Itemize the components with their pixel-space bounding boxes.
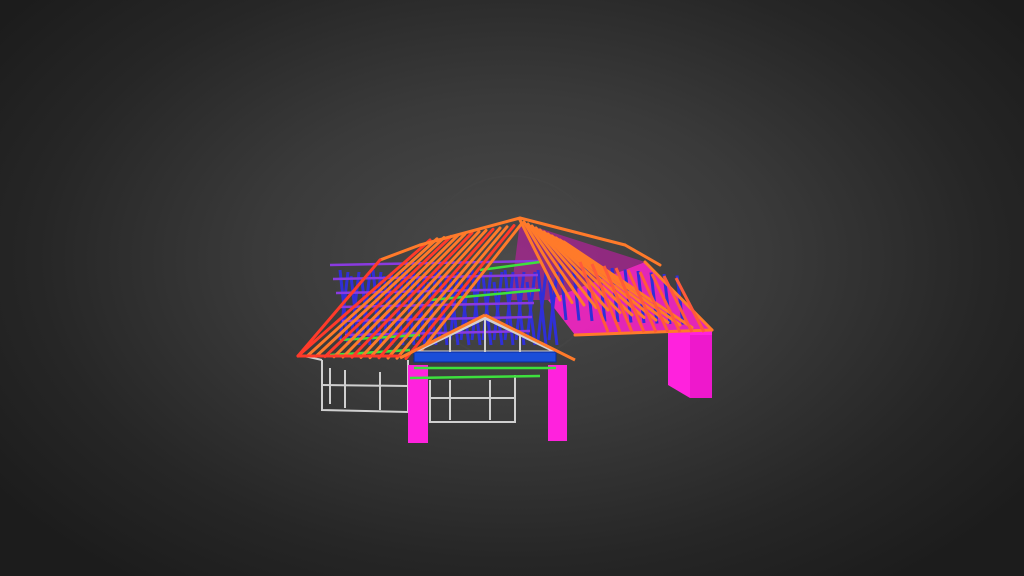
- 3d-viewer-canvas[interactable]: [0, 0, 1024, 576]
- wall-frames: [299, 354, 516, 423]
- roof-truss-model[interactable]: [0, 0, 1024, 576]
- tie: [409, 374, 541, 380]
